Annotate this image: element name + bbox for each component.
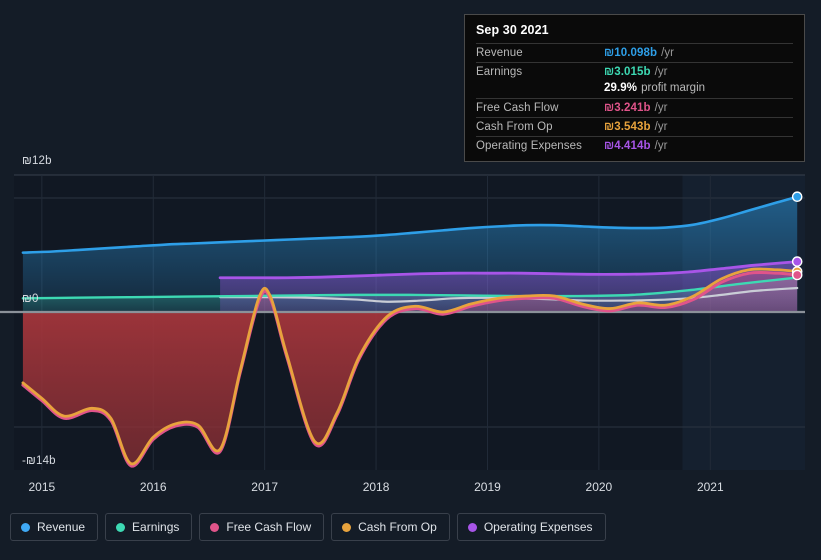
legend-item-label: Operating Expenses [483,520,593,534]
legend-item-cash-from-op[interactable]: Cash From Op [331,513,450,541]
x-axis-label-0: 2015 [28,480,56,494]
data-tooltip: Sep 30 2021 Revenue ₪10.098b/yr Earnings ₪3… [464,14,805,162]
legend-item-revenue[interactable]: Revenue [10,513,99,541]
y-axis-label-0: ₪12b [22,155,52,167]
tooltip-row-value: ₪3.241b [604,102,651,114]
tooltip-row-unit: profit margin [641,82,706,94]
tooltip-row: Revenue ₪10.098b/yr [476,43,793,62]
tooltip-row-value: ₪4.414b [604,140,651,152]
chart-screenshot: ₪12b ₪0 -₪14b 2015 2016 2017 2018 2019 2020 2021… [0,0,821,560]
tooltip-row-value: ₪3.015b [604,66,651,78]
operating-expenses-endpoint-marker [791,256,803,267]
legend-item-label: Free Cash Flow [226,520,312,534]
x-axis-label-6: 2021 [696,480,724,494]
tooltip-row-value: ₪3.543b [604,121,651,133]
legend-color-dot-icon [467,522,477,532]
tooltip-row-value: 29.9% [604,82,638,94]
tooltip-row: 29.9% profit margin [476,81,793,98]
tooltip-row: Cash From Op ₪3.543b/yr [476,117,793,136]
chart-legend[interactable]: Revenue Earnings Free Cash Flow Cash From O… [10,513,606,541]
tooltip-row-unit: /yr [661,47,674,59]
y-axis-label-2: -₪14b [22,455,56,467]
x-axis-label-2: 2017 [251,480,278,494]
revenue-endpoint-marker [791,191,803,203]
legend-color-dot-icon [210,522,220,532]
tooltip-row-label: Earnings [476,66,523,78]
legend-color-dot-icon [21,522,30,532]
legend-item-label: Revenue [37,520,86,534]
tooltip-row-label: Operating Expenses [476,140,583,152]
tooltip-row-unit: /yr [654,140,668,152]
x-axis-label-4: 2019 [474,480,501,494]
x-axis-label-5: 2020 [585,480,613,494]
tooltip-row-label: Free Cash Flow [476,102,559,114]
y-axis-label-1: ₪0 [22,293,39,305]
x-axis-label-1: 2016 [139,480,167,494]
tooltip-row-unit: /yr [654,102,668,114]
x-axis-label-3: 2018 [362,480,390,494]
tooltip-row-unit: /yr [654,66,668,78]
tooltip-date: Sep 30 2021 [476,23,549,37]
tooltip-rows: Revenue ₪10.098b/yr Earnings ₪3.015b/yr 29.9… [476,43,793,155]
tooltip-row-unit: /yr [654,121,668,133]
tooltip-row: Operating Expenses ₪4.414b/yr [476,136,793,155]
tooltip-row-value: ₪10.098b [604,47,658,59]
free-cash-flow-endpoint-marker [791,269,803,281]
legend-item-operating-expenses[interactable]: Operating Expenses [456,513,606,541]
tooltip-row: Free Cash Flow ₪3.241b/yr [476,98,793,117]
legend-color-dot-icon [342,522,352,532]
legend-item-free-cash-flow[interactable]: Free Cash Flow [199,513,325,541]
tooltip-row-label: Cash From Op [476,121,553,133]
legend-item-label: Earnings [132,520,180,534]
tooltip-row-label: Revenue [476,47,523,59]
legend-item-earnings[interactable]: Earnings [105,513,193,541]
legend-item-label: Cash From Op [358,520,437,534]
legend-color-dot-icon [116,522,126,532]
tooltip-row: Earnings ₪3.015b/yr [476,62,793,81]
